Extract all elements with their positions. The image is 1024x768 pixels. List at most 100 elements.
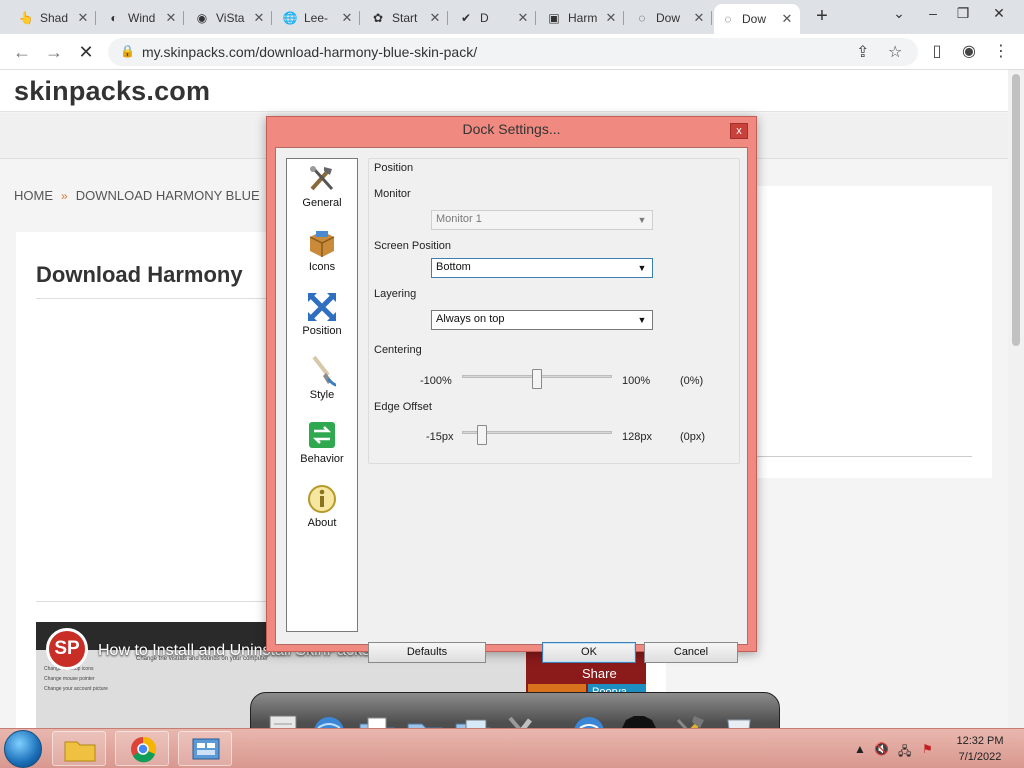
category-label: Behavior xyxy=(300,453,344,465)
tab-title: Dow xyxy=(742,12,767,26)
profile-avatar-icon[interactable]: ◉ xyxy=(958,41,980,61)
divider xyxy=(36,298,266,299)
browser-tab[interactable]: ▣ Harm ✕ xyxy=(540,4,624,32)
slider-thumb[interactable] xyxy=(476,425,487,445)
clock-date: 7/1/2022 xyxy=(958,751,1002,763)
tab-title: Dow xyxy=(656,11,681,25)
layering-select[interactable]: Always on top ▼ xyxy=(431,310,653,330)
centering-value: (0%) xyxy=(680,375,704,387)
defaults-button[interactable]: Defaults xyxy=(368,642,486,663)
dialog-close-button[interactable]: x xyxy=(730,123,748,139)
screen-position-select[interactable]: Bottom ▼ xyxy=(431,258,653,278)
share-icon[interactable]: ⇪ xyxy=(856,42,869,62)
close-window-icon[interactable]: ✕ xyxy=(984,2,1014,26)
video-share-button[interactable]: Share xyxy=(582,666,617,681)
browser-tab[interactable]: ◐ Wind ✕ xyxy=(100,4,184,32)
browser-tab[interactable]: 👆 Shad ✕ xyxy=(12,4,96,32)
category-style[interactable]: Style xyxy=(287,355,357,401)
tab-title: Shad xyxy=(40,11,69,25)
monitor-label: Monitor xyxy=(374,188,411,200)
skinpacks-logo-icon: SP xyxy=(46,628,88,670)
category-behavior[interactable]: Behavior xyxy=(287,419,357,465)
ok-button[interactable]: OK xyxy=(542,642,636,663)
monitor-select[interactable]: Monitor 1 ▼ xyxy=(431,210,653,230)
network-tray-icon[interactable]: 🖧 xyxy=(898,742,911,763)
taskbar-control-panel-icon[interactable] xyxy=(178,731,232,766)
category-general[interactable]: General xyxy=(287,163,357,209)
cancel-button[interactable]: Cancel xyxy=(644,642,738,663)
edge-offset-slider[interactable] xyxy=(462,425,612,445)
arrows-icon xyxy=(306,291,338,323)
new-tab-button[interactable]: + xyxy=(810,6,834,28)
centering-max: 100% xyxy=(622,375,651,387)
tab-close-icon[interactable]: ✕ xyxy=(252,10,266,26)
site-logo[interactable]: skinpacks.com xyxy=(14,76,210,107)
breadcrumb-separator-icon: » xyxy=(61,188,68,203)
address-url[interactable]: my.skinpacks.com/download-harmony-blue-s… xyxy=(142,44,477,60)
tab-close-icon[interactable]: ✕ xyxy=(604,10,618,26)
browser-tab[interactable]: ◌ Dow ✕ xyxy=(714,4,800,34)
clock-time: 12:32 PM xyxy=(956,735,1004,747)
back-icon[interactable]: ← xyxy=(10,41,34,63)
tools-icon xyxy=(306,163,338,195)
tab-title: Wind xyxy=(128,11,156,25)
tab-close-icon[interactable]: ✕ xyxy=(692,10,706,26)
dialog-title: Dock Settings... xyxy=(462,121,561,137)
tab-search-icon[interactable]: ⌄ xyxy=(884,2,914,26)
start-button-icon[interactable] xyxy=(4,730,42,768)
minimize-icon[interactable]: – xyxy=(918,2,948,26)
restore-icon[interactable]: ❐ xyxy=(948,2,978,26)
tab-close-icon[interactable]: ✕ xyxy=(428,10,442,26)
tab-close-icon[interactable]: ✕ xyxy=(76,10,90,26)
category-label: Style xyxy=(309,389,335,401)
address-bar[interactable]: 🔒 my.skinpacks.com/download-harmony-blue… xyxy=(108,38,918,66)
browser-toolbar: ← → ✕ 🔒 my.skinpacks.com/download-harmon… xyxy=(0,34,1024,70)
edge-icon: ◐ xyxy=(110,11,118,25)
category-icons[interactable]: Icons xyxy=(287,227,357,273)
taskbar-explorer-icon[interactable] xyxy=(52,731,106,766)
screen-position-value: Bottom xyxy=(436,261,471,273)
tab-close-icon[interactable]: ✕ xyxy=(164,10,178,26)
page-title: Download Harmony xyxy=(36,262,243,287)
breadcrumb-home[interactable]: HOME xyxy=(14,188,53,203)
slider-thumb[interactable] xyxy=(532,369,542,389)
tab-close-icon[interactable]: ✕ xyxy=(340,10,354,26)
forward-icon[interactable]: → xyxy=(42,41,66,63)
video-line: Change mouse pointer xyxy=(44,676,95,682)
category-label: Icons xyxy=(308,261,336,273)
tab-close-icon[interactable]: ✕ xyxy=(780,11,794,27)
behavior-icon xyxy=(306,419,338,451)
tray-expand-icon[interactable]: ▲ xyxy=(854,742,866,756)
dock-settings-dialog: Dock Settings... x General Icons Positio… xyxy=(266,116,757,663)
stop-loading-icon[interactable]: ✕ xyxy=(74,41,98,63)
layering-value: Always on top xyxy=(436,313,505,325)
centering-slider[interactable] xyxy=(462,369,612,389)
browser-tab[interactable]: ◌ Dow ✕ xyxy=(628,4,712,32)
browser-tab[interactable]: 🌐 Lee- ✕ xyxy=(276,4,360,32)
browser-tab[interactable]: ✿ Start ✕ xyxy=(364,4,448,32)
edge-offset-value: (0px) xyxy=(680,431,706,443)
breadcrumb: HOME » DOWNLOAD HARMONY BLUE xyxy=(14,188,260,203)
video-line: Change your account picture xyxy=(44,686,108,692)
sidepanel-icon[interactable]: ▯ xyxy=(926,41,948,61)
box-icon xyxy=(306,227,338,259)
bookmark-star-icon[interactable]: ☆ xyxy=(888,42,902,62)
scrollbar-thumb[interactable] xyxy=(1012,74,1020,346)
volume-muted-icon[interactable]: 🔇 xyxy=(874,742,889,756)
globe-icon: 🌐 xyxy=(282,11,298,25)
taskbar-clock[interactable]: 12:32 PM 7/1/2022 xyxy=(948,733,1012,765)
category-position[interactable]: Position xyxy=(287,291,357,337)
sidebar-box xyxy=(756,186,992,478)
browser-tab[interactable]: ✔ D ✕ xyxy=(452,4,536,32)
divider xyxy=(36,601,286,602)
category-about[interactable]: About xyxy=(287,483,357,529)
menu-kebab-icon[interactable]: ⋮ xyxy=(990,41,1012,61)
action-center-icon[interactable]: ⚑ xyxy=(922,742,933,756)
page-scrollbar[interactable] xyxy=(1008,70,1024,728)
browser-tab[interactable]: ◉ ViSta ✕ xyxy=(188,4,272,32)
taskbar-chrome-icon[interactable] xyxy=(115,731,169,766)
tab-close-icon[interactable]: ✕ xyxy=(516,10,530,26)
category-label: About xyxy=(307,517,337,529)
tab-title: Harm xyxy=(568,11,598,25)
lock-icon: 🔒 xyxy=(120,44,135,58)
